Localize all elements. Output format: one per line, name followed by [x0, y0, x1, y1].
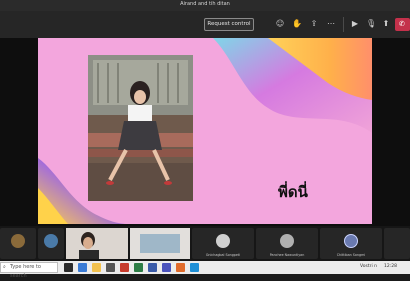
- more-icon[interactable]: ⋯: [326, 19, 336, 29]
- window-title: Airand and tih ditan: [180, 1, 230, 7]
- clock[interactable]: 12:28: [384, 264, 397, 269]
- participant-tile[interactable]: Gnichagbal Songpeti: [192, 228, 254, 259]
- participant-video-tile[interactable]: [130, 228, 190, 259]
- word-icon[interactable]: [148, 263, 157, 272]
- mic-icon[interactable]: 🎙: [366, 19, 376, 29]
- file-explorer-icon[interactable]: [92, 263, 101, 272]
- participant-tile[interactable]: Chittiban Songmi: [320, 228, 382, 259]
- camera-icon[interactable]: ▶: [350, 19, 360, 29]
- avatar: [216, 234, 230, 248]
- search-icon: ⌕: [3, 264, 6, 270]
- participant-tile[interactable]: [0, 228, 36, 259]
- title-bar: Airand and tih ditan: [0, 0, 410, 11]
- avatar: [11, 234, 25, 248]
- windows-taskbar: ⌕ Type here to search Vostri n 12:28: [0, 261, 410, 279]
- edge-icon[interactable]: [78, 263, 87, 272]
- taskbar-search-box[interactable]: ⌕ Type here to search: [0, 262, 58, 279]
- app-icon[interactable]: [176, 263, 185, 272]
- task-view-icon[interactable]: [64, 263, 73, 272]
- leave-button[interactable]: ✆: [395, 18, 410, 31]
- participant-name: Chittiban Songmi: [336, 253, 366, 257]
- meeting-toolbar: Request control ☺ ✋ ⇪ ⋯ ▶ 🎙 ⬆ ✆: [0, 11, 410, 38]
- teams-icon[interactable]: [162, 263, 171, 272]
- screen-share-icon[interactable]: ⬆: [381, 19, 391, 29]
- photo-illustration: [88, 55, 193, 201]
- hand-icon[interactable]: ✋: [292, 19, 302, 29]
- app-icon[interactable]: [190, 263, 199, 272]
- teams-meeting-window: Airand and tih ditan Request control ☺ ✋…: [0, 0, 410, 279]
- participant-tile[interactable]: [384, 228, 410, 259]
- leave-icon: ✆: [399, 20, 405, 28]
- excel-icon[interactable]: [134, 263, 143, 272]
- participant-video: [130, 228, 190, 259]
- participant-gallery: Gnichagbal Songpeti Panchee Nawuntiyan C…: [0, 226, 410, 261]
- tray-text: Vostri n: [360, 264, 377, 269]
- avatar: [344, 234, 358, 248]
- avatar: [44, 234, 58, 248]
- participant-tile[interactable]: [38, 228, 64, 259]
- request-control-button[interactable]: Request control: [204, 18, 254, 31]
- reaction-icon[interactable]: ☺: [275, 19, 285, 29]
- participant-tile[interactable]: Panchee Nawuntiyan: [256, 228, 318, 259]
- presenter-photo: [88, 55, 193, 201]
- participant-video-tile[interactable]: [66, 228, 128, 259]
- store-icon[interactable]: [106, 263, 115, 272]
- toolbar-separator: [343, 17, 344, 32]
- participant-video: [66, 228, 128, 259]
- share-icon[interactable]: ⇪: [309, 19, 319, 29]
- participant-name: Panchee Nawuntiyan: [269, 253, 305, 257]
- powerpoint-icon[interactable]: [120, 263, 129, 272]
- slide-caption: พี่ดนี่: [278, 183, 308, 201]
- avatar: [280, 234, 294, 248]
- participant-name: Gnichagbal Songpeti: [205, 253, 241, 257]
- presentation-slide: พี่ดนี่: [38, 38, 372, 224]
- search-placeholder: Type here to search: [10, 264, 41, 279]
